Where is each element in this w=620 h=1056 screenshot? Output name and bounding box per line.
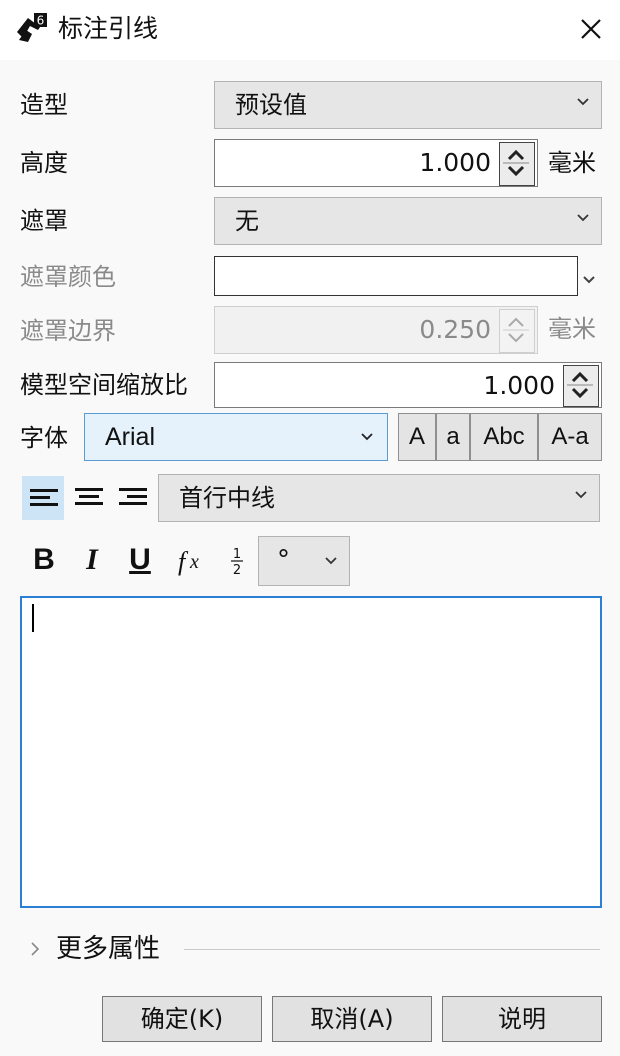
chevron-down-icon (577, 98, 589, 106)
lowercase-button[interactable]: a (436, 413, 470, 461)
function-button[interactable]: f x (170, 540, 214, 580)
height-label: 高度 (20, 149, 68, 177)
height-spinner[interactable] (499, 142, 535, 186)
mask-label: 遮罩 (20, 207, 68, 235)
mask-margin-value: 0.250 (419, 315, 491, 344)
help-button[interactable]: 说明 (442, 996, 602, 1042)
bold-button[interactable]: B (24, 540, 64, 580)
italic-button[interactable]: I (72, 540, 112, 580)
uppercase-button[interactable]: A (398, 413, 436, 461)
align-center-icon (75, 488, 103, 505)
svg-text:x: x (189, 551, 199, 573)
section-divider (184, 949, 600, 950)
mask-margin-unit: 毫米 (548, 315, 596, 343)
height-input[interactable]: 1.000 (214, 139, 538, 187)
font-label: 字体 (20, 424, 68, 452)
svg-text:1: 1 (233, 547, 241, 562)
style-combo[interactable]: 预设值 (214, 81, 602, 129)
sentence-case-button[interactable]: A-a (538, 413, 602, 461)
mask-combo-value: 无 (235, 207, 259, 235)
svg-text:f: f (178, 547, 189, 576)
align-right-icon (119, 488, 147, 505)
ok-button[interactable]: 确定(K) (102, 996, 262, 1042)
fraction-icon: 1 2 (231, 547, 243, 578)
style-combo-value: 预设值 (235, 91, 307, 119)
mask-margin-input[interactable]: 0.250 (214, 306, 538, 354)
window-title: 标注引线 (58, 14, 159, 43)
svg-text:6: 6 (37, 14, 45, 28)
chevron-down-icon (575, 491, 587, 499)
spin-down-icon (571, 387, 589, 399)
mask-color-label: 遮罩颜色 (20, 263, 116, 291)
mask-margin-spinner[interactable] (499, 309, 535, 353)
chevron-down-icon (361, 433, 373, 441)
model-scale-input[interactable]: 1.000 (214, 362, 602, 408)
spin-down-icon (507, 165, 525, 177)
model-scale-value: 1.000 (483, 371, 555, 400)
underline-button[interactable]: U (120, 540, 160, 580)
align-left-icon (30, 489, 58, 506)
spin-up-icon (571, 371, 589, 383)
align-center-button[interactable] (68, 476, 110, 520)
spin-down-icon (508, 333, 524, 343)
mask-color-swatch[interactable] (214, 256, 578, 296)
text-editor[interactable] (20, 596, 602, 908)
vertical-justify-value: 首行中线 (179, 484, 275, 512)
model-scale-spinner[interactable] (563, 365, 599, 407)
symbol-combo[interactable]: ° (258, 536, 350, 586)
model-scale-label: 模型空间缩放比 (20, 371, 188, 399)
chevron-down-icon (325, 557, 337, 565)
close-icon[interactable] (574, 12, 608, 46)
align-right-button[interactable] (112, 476, 154, 520)
height-unit: 毫米 (548, 149, 596, 177)
app-icon: 6 (14, 12, 48, 44)
svg-text:2: 2 (233, 563, 241, 578)
height-value: 1.000 (419, 148, 491, 177)
function-icon: f x (178, 547, 199, 576)
cancel-button[interactable]: 取消(A) (272, 996, 432, 1042)
style-label: 造型 (20, 91, 68, 119)
mask-margin-label: 遮罩边界 (20, 317, 116, 345)
titlecase-button[interactable]: Abc (470, 413, 538, 461)
font-combo[interactable]: Arial (84, 413, 388, 461)
chevron-down-icon (577, 214, 589, 222)
font-combo-value: Arial (105, 423, 156, 451)
spin-up-icon (508, 317, 524, 327)
symbol-value: ° (277, 545, 290, 575)
vertical-justify-combo[interactable]: 首行中线 (158, 474, 600, 522)
text-caret (32, 604, 34, 632)
spin-up-icon (507, 149, 525, 161)
more-properties-label[interactable]: 更多属性 (56, 932, 160, 966)
align-left-button[interactable] (22, 476, 64, 520)
chevron-down-icon[interactable] (582, 270, 596, 284)
chevron-right-icon[interactable] (26, 938, 44, 960)
mask-combo[interactable]: 无 (214, 197, 602, 245)
fraction-button[interactable]: 1 2 (222, 540, 252, 580)
